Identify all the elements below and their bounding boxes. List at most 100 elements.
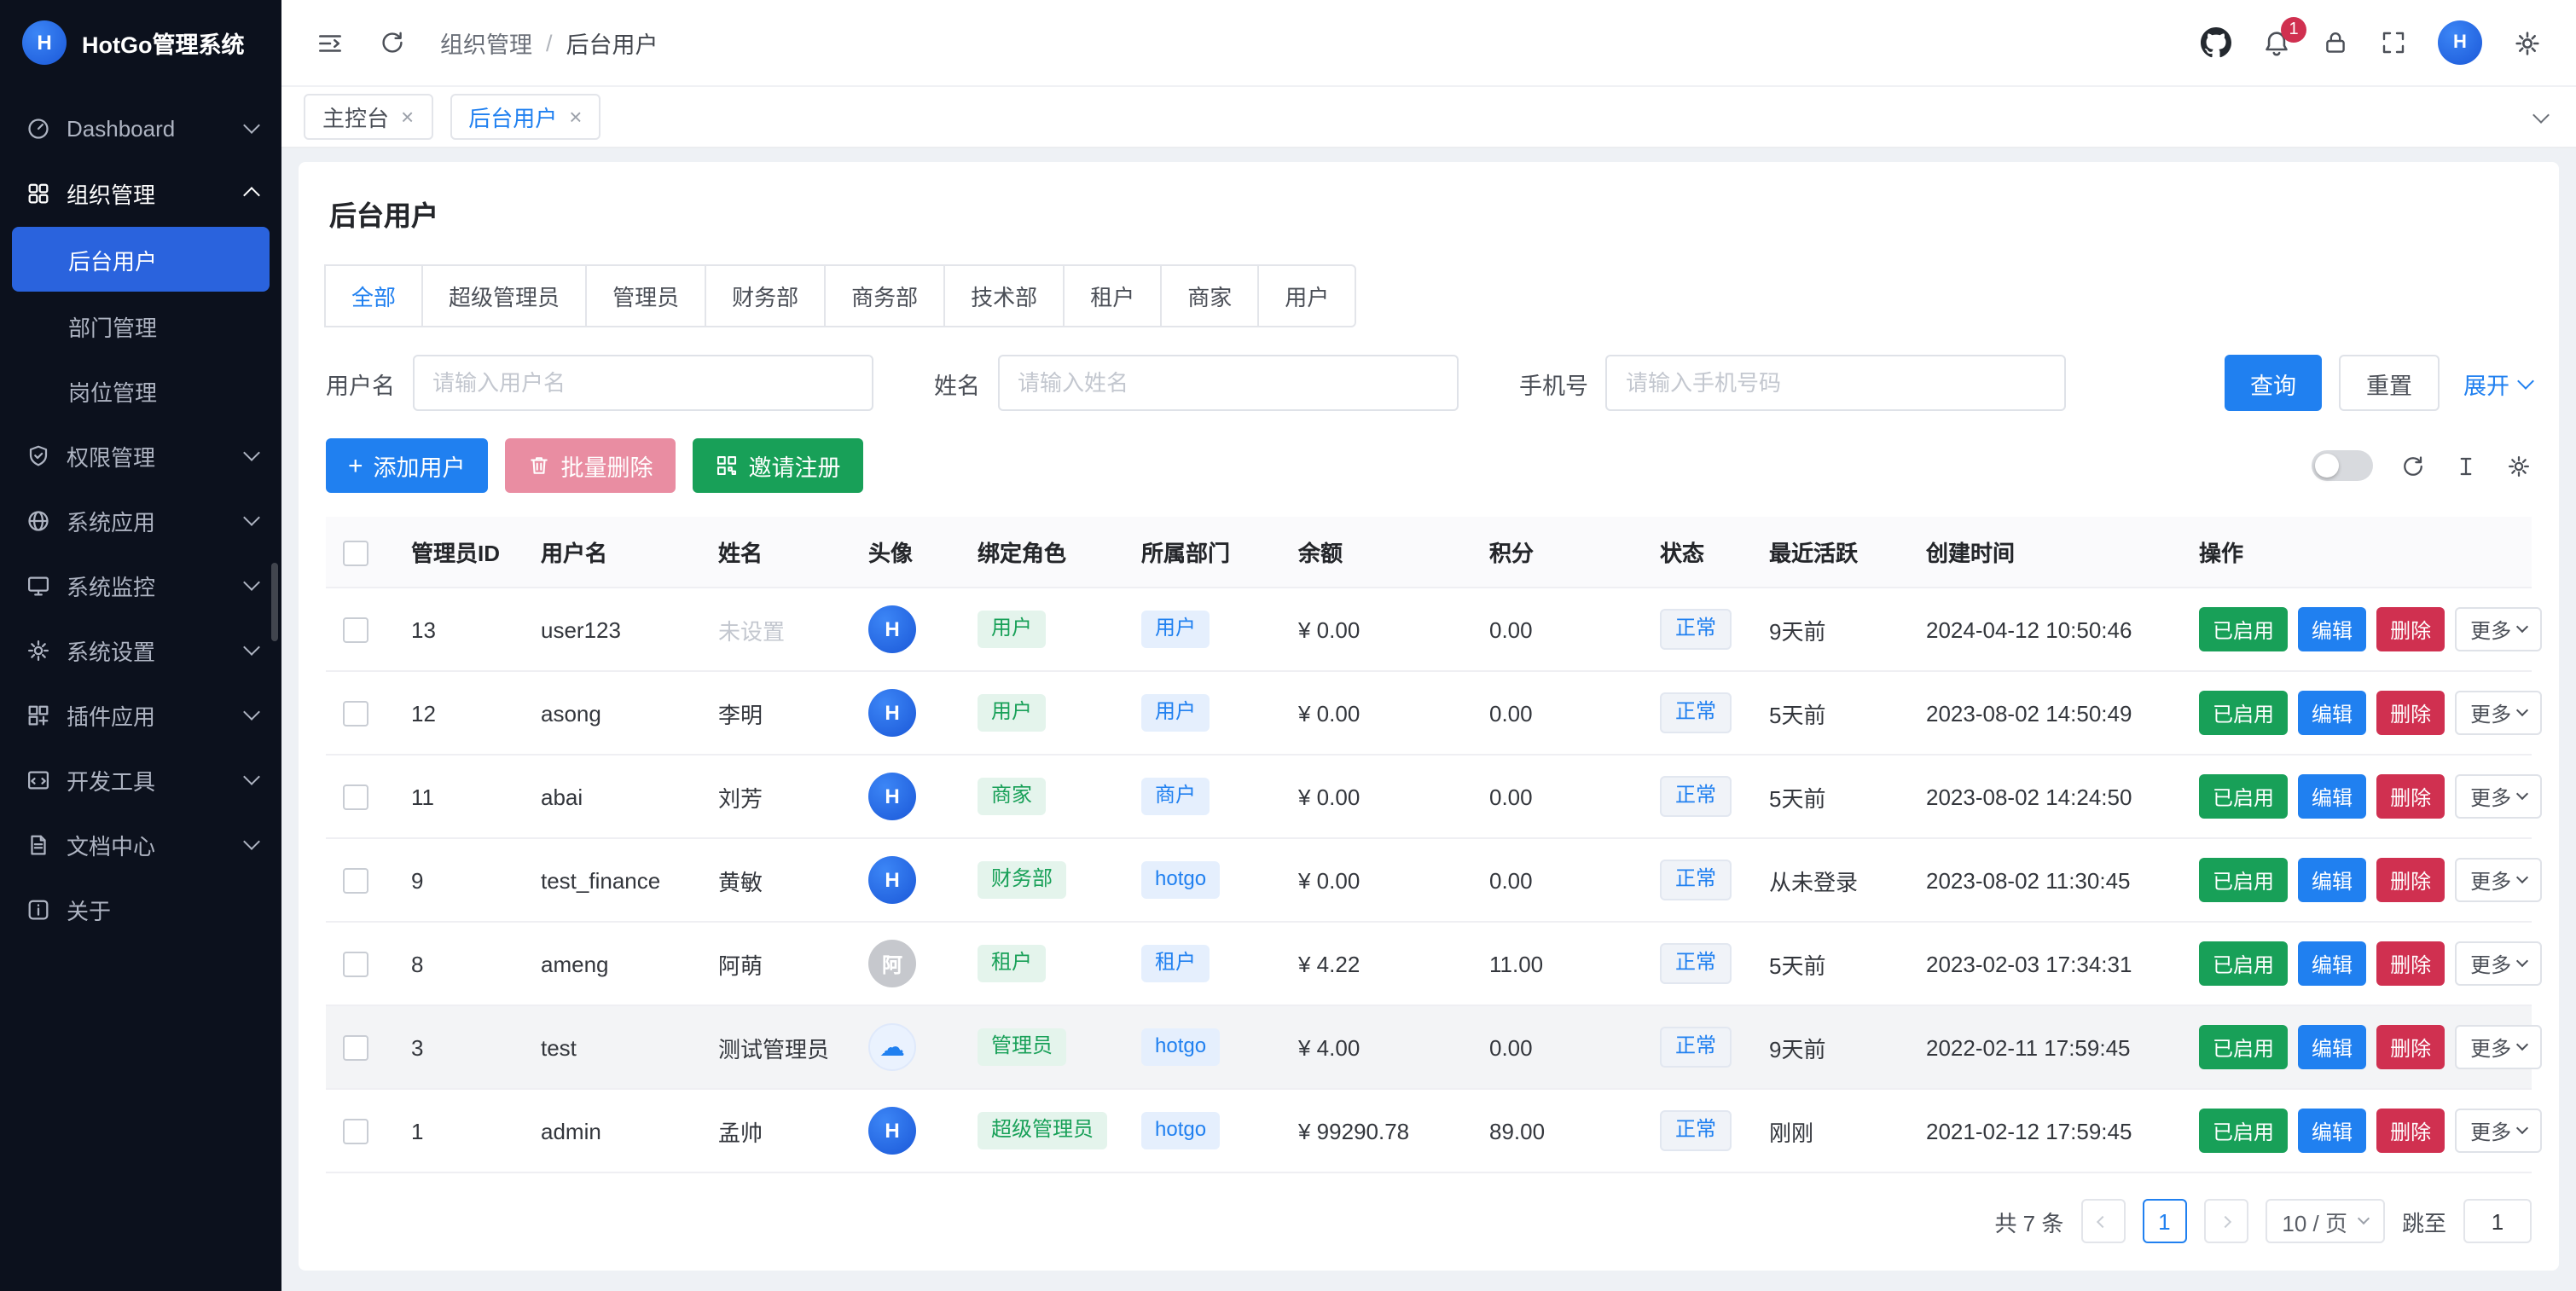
row-checkbox[interactable] (343, 1035, 368, 1061)
row-avatar[interactable]: H (868, 689, 916, 737)
role-filter-tab[interactable]: 财务部 (705, 264, 826, 327)
sidebar-item-permissions[interactable]: 权限管理 (0, 423, 281, 488)
row-avatar[interactable]: ☁ (868, 1023, 916, 1071)
more-button[interactable]: 更多 (2455, 941, 2542, 986)
row-avatar[interactable]: H (868, 1107, 916, 1155)
delete-button[interactable]: 删除 (2376, 774, 2445, 819)
more-button[interactable]: 更多 (2455, 607, 2542, 651)
row-avatar[interactable]: H (868, 856, 916, 904)
edit-button[interactable]: 编辑 (2298, 858, 2366, 902)
edit-button[interactable]: 编辑 (2298, 774, 2366, 819)
app-logo[interactable]: H HotGo管理系统 (0, 0, 281, 85)
github-icon[interactable] (2201, 27, 2231, 58)
page-tab[interactable]: 主控台 × (304, 94, 432, 140)
more-button[interactable]: 更多 (2455, 691, 2542, 735)
enabled-button[interactable]: 已启用 (2199, 607, 2288, 651)
sidebar-item-devtools[interactable]: 开发工具 (0, 747, 281, 812)
row-height-icon[interactable] (2453, 453, 2479, 478)
row-checkbox[interactable] (343, 784, 368, 810)
collapse-menu-icon[interactable] (316, 28, 345, 57)
row-avatar[interactable]: H (868, 773, 916, 820)
more-button[interactable]: 更多 (2455, 1109, 2542, 1153)
sidebar-item-org[interactable]: 组织管理 (0, 160, 281, 225)
edit-button[interactable]: 编辑 (2298, 1025, 2366, 1069)
sidebar-item-positions[interactable]: 岗位管理 (0, 358, 281, 423)
reset-button[interactable]: 重置 (2339, 355, 2440, 411)
row-checkbox[interactable] (343, 952, 368, 977)
prev-page-button[interactable] (2080, 1199, 2125, 1243)
delete-button[interactable]: 删除 (2376, 691, 2445, 735)
role-filter-tab[interactable]: 商务部 (824, 264, 945, 327)
sidebar-item-backend-users[interactable]: 后台用户 (12, 227, 270, 292)
notification-bell-icon[interactable]: 1 (2262, 28, 2291, 57)
fullscreen-icon[interactable] (2380, 29, 2407, 56)
sidebar-item-docs[interactable]: 文档中心 (0, 812, 281, 877)
page-size-select[interactable]: 10 / 页 (2265, 1199, 2385, 1243)
more-button[interactable]: 更多 (2455, 774, 2542, 819)
edit-button[interactable]: 编辑 (2298, 607, 2366, 651)
delete-button[interactable]: 删除 (2376, 607, 2445, 651)
role-filter-tab[interactable]: 技术部 (943, 264, 1065, 327)
row-checkbox[interactable] (343, 701, 368, 727)
edit-button[interactable]: 编辑 (2298, 1109, 2366, 1153)
role-filter-tab[interactable]: 租户 (1063, 264, 1162, 327)
tab-options-button[interactable] (2535, 113, 2554, 120)
role-filter-tab[interactable]: 管理员 (585, 264, 706, 327)
username-input[interactable] (412, 355, 873, 411)
breadcrumb-level1[interactable]: 组织管理 (440, 26, 532, 60)
delete-button[interactable]: 删除 (2376, 1025, 2445, 1069)
mobile-input[interactable] (1605, 355, 2066, 411)
user-avatar[interactable]: H (2438, 20, 2482, 65)
refresh-icon[interactable] (379, 29, 406, 56)
sidebar-item-about[interactable]: 关于 (0, 877, 281, 941)
page-tab[interactable]: 后台用户 × (450, 94, 600, 140)
sidebar-scrollbar-thumb[interactable] (271, 563, 278, 641)
expand-link[interactable]: 展开 (2463, 366, 2532, 400)
sidebar-item-departments[interactable]: 部门管理 (0, 293, 281, 358)
delete-button[interactable]: 删除 (2376, 1109, 2445, 1153)
role-filter-tab[interactable]: 用户 (1257, 264, 1356, 327)
more-button[interactable]: 更多 (2455, 858, 2542, 902)
more-button[interactable]: 更多 (2455, 1025, 2542, 1069)
role-filter-tab[interactable]: 商家 (1160, 264, 1259, 327)
next-page-button[interactable] (2203, 1199, 2248, 1243)
current-page-button[interactable]: 1 (2142, 1199, 2186, 1243)
role-filter-tab[interactable]: 超级管理员 (421, 264, 587, 327)
query-button[interactable]: 查询 (2225, 355, 2322, 411)
add-user-button[interactable]: + 添加用户 (326, 438, 488, 493)
row-avatar[interactable]: 阿 (868, 940, 916, 987)
edit-button[interactable]: 编辑 (2298, 691, 2366, 735)
sidebar-item-dashboard[interactable]: Dashboard (0, 96, 281, 160)
goto-page-input[interactable] (2463, 1199, 2532, 1243)
settings-gear-icon[interactable] (2513, 28, 2542, 57)
close-icon[interactable]: × (569, 106, 582, 128)
invite-register-button[interactable]: 邀请注册 (693, 438, 863, 493)
enabled-button[interactable]: 已启用 (2199, 691, 2288, 735)
row-checkbox[interactable] (343, 868, 368, 894)
row-checkbox[interactable] (343, 1119, 368, 1144)
enabled-button[interactable]: 已启用 (2199, 774, 2288, 819)
reload-table-icon[interactable] (2400, 453, 2426, 478)
enabled-button[interactable]: 已启用 (2199, 858, 2288, 902)
delete-button[interactable]: 删除 (2376, 858, 2445, 902)
enabled-button[interactable]: 已启用 (2199, 941, 2288, 986)
column-settings-gear-icon[interactable] (2506, 453, 2532, 478)
row-checkbox[interactable] (343, 617, 368, 643)
realname-input[interactable] (997, 355, 1458, 411)
breadcrumb-level2[interactable]: 后台用户 (566, 26, 659, 60)
sidebar-item-system-apps[interactable]: 系统应用 (0, 488, 281, 553)
edit-button[interactable]: 编辑 (2298, 941, 2366, 986)
sidebar-item-settings[interactable]: 系统设置 (0, 617, 281, 682)
close-icon[interactable]: × (401, 106, 414, 128)
lock-screen-icon[interactable] (2322, 29, 2349, 56)
enabled-button[interactable]: 已启用 (2199, 1025, 2288, 1069)
delete-button[interactable]: 删除 (2376, 941, 2445, 986)
row-avatar[interactable]: H (868, 605, 916, 653)
sidebar-item-plugins[interactable]: 插件应用 (0, 682, 281, 747)
enabled-button[interactable]: 已启用 (2199, 1109, 2288, 1153)
batch-delete-button[interactable]: 批量删除 (505, 438, 676, 493)
role-filter-tab[interactable]: 全部 (324, 264, 423, 327)
sidebar-item-monitoring[interactable]: 系统监控 (0, 553, 281, 617)
striped-toggle[interactable] (2312, 450, 2373, 481)
select-all-checkbox[interactable] (343, 540, 368, 565)
